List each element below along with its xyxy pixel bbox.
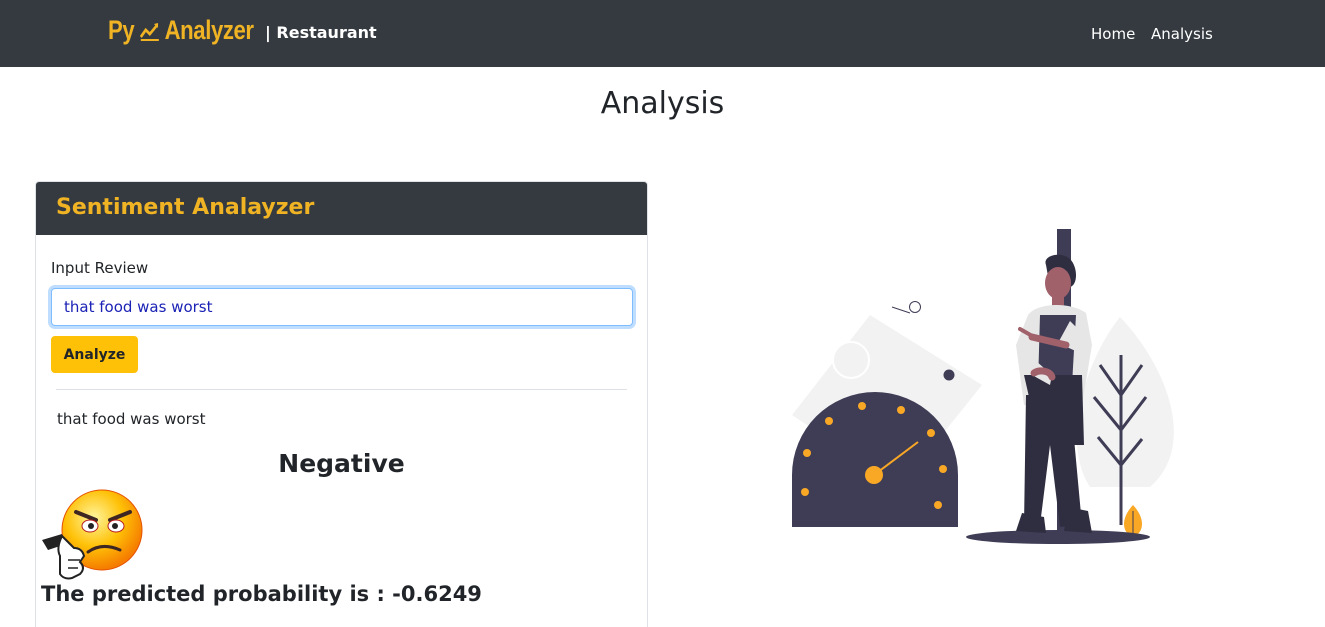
- chart-line-icon: [139, 22, 159, 41]
- analyze-button[interactable]: Analyze: [51, 336, 138, 373]
- angry-thumbs-down-emoji: [40, 486, 144, 582]
- review-echo-text: that food was worst: [57, 410, 206, 428]
- brand-subtitle: | Restaurant: [265, 23, 377, 42]
- input-review-label: Input Review: [51, 259, 149, 277]
- review-input[interactable]: [51, 288, 633, 326]
- nav-home-link[interactable]: Home: [1091, 25, 1135, 43]
- logo-text: Py Analyzer: [108, 14, 254, 45]
- predicted-probability-text: The predicted probability is : -0.6249: [41, 582, 482, 606]
- speedometer-person-illustration: [770, 225, 1200, 555]
- card-title: Sentiment Analayzer: [56, 195, 315, 220]
- card-header: Sentiment Analayzer: [36, 182, 647, 235]
- navbar: Py Analyzer | Restaurant Home Analysis: [0, 0, 1325, 67]
- nav-analysis-link[interactable]: Analysis: [1151, 25, 1213, 43]
- page-title: Analysis: [600, 86, 725, 121]
- brand-logo[interactable]: Py Analyzer: [108, 14, 286, 46]
- divider: [56, 389, 627, 390]
- sentiment-result: Negative: [278, 449, 405, 478]
- sentiment-card: Sentiment Analayzer Input Review Analyze…: [35, 181, 648, 627]
